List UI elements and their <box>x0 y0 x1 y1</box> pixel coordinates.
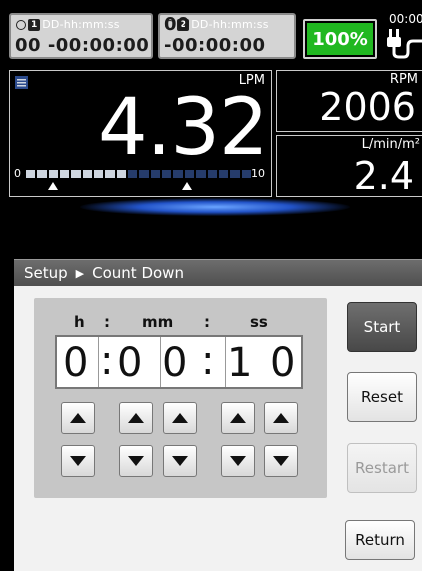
reset-button[interactable]: Reset <box>347 372 417 422</box>
flow-bar-segment <box>162 170 172 178</box>
flow-bar-segment <box>71 170 81 178</box>
flow-bar-segment <box>207 170 217 178</box>
digit-separator <box>160 337 161 387</box>
breadcrumb: Setup ▶ Count Down <box>14 259 422 287</box>
digit-separator <box>225 337 226 387</box>
timer-1[interactable]: 1 DD-hh:mm:ss 00 -00:00:00 <box>9 13 153 59</box>
second-tens-digit[interactable]: 1 <box>227 334 252 392</box>
down-arrow-icon <box>70 456 86 466</box>
cardiac-index-panel[interactable]: L/min/m² 2.4 <box>276 135 422 198</box>
minute-ones-down-button[interactable] <box>163 445 197 477</box>
rpm-panel[interactable]: RPM 2006 <box>276 70 422 132</box>
timer-1-label: 1 DD-hh:mm:ss <box>16 18 120 31</box>
second-tens-up-button[interactable] <box>221 402 255 434</box>
clock-time: 00:00 <box>389 12 422 26</box>
flow-bar-segment <box>139 170 149 178</box>
return-button[interactable]: Return <box>345 520 415 560</box>
header-colon-2: : <box>204 313 210 331</box>
down-arrow-icon <box>273 456 289 466</box>
up-arrow-icon <box>172 413 188 423</box>
battery-indicator: 100% <box>303 19 377 59</box>
battery-level: 100% <box>307 23 373 55</box>
flow-bar-segment <box>230 170 240 178</box>
up-arrow-icon <box>128 413 144 423</box>
cardiac-index-unit: L/min/m² <box>361 137 420 152</box>
restart-button[interactable]: Restart <box>347 443 417 493</box>
timer-1-number: 1 <box>28 18 41 31</box>
hour-up-button[interactable] <box>61 402 95 434</box>
minute-tens-up-button[interactable] <box>119 402 153 434</box>
down-arrow-icon <box>128 456 144 466</box>
flow-scale-max: 10 <box>251 167 265 180</box>
minutes-header: mm <box>142 313 174 331</box>
digit-separator <box>98 337 99 387</box>
down-arrow-icon <box>230 456 246 466</box>
breadcrumb-count-down: Count Down <box>92 264 184 282</box>
flow-scale-min: 0 <box>14 167 21 180</box>
timer-clock-icon <box>16 19 26 30</box>
flow-bar-segment <box>94 170 104 178</box>
flow-value: 4.32 <box>98 83 269 173</box>
hour-down-button[interactable] <box>61 445 95 477</box>
flow-panel[interactable]: LPM 4.32 0 10 <box>9 70 272 197</box>
flow-upper-marker <box>182 182 192 190</box>
header-colon-1: : <box>104 313 110 331</box>
digit-colon-1: : <box>100 338 114 384</box>
minute-ones-up-button[interactable] <box>163 402 197 434</box>
flow-bar-segment <box>218 170 229 178</box>
hours-header: h <box>74 313 85 331</box>
up-arrow-icon <box>230 413 246 423</box>
minute-tens-digit[interactable]: 0 <box>117 334 142 392</box>
hour-digit[interactable]: 0 <box>63 334 88 392</box>
plug-icon <box>387 29 422 59</box>
second-ones-digit[interactable]: 0 <box>270 334 295 392</box>
flow-bar-segment <box>48 170 59 178</box>
flow-bar-segment <box>241 170 251 178</box>
flow-lower-marker <box>48 182 58 190</box>
second-ones-down-button[interactable] <box>264 445 298 477</box>
up-arrow-icon <box>273 413 289 423</box>
flow-bar-segment <box>37 170 47 178</box>
minute-tens-down-button[interactable] <box>119 445 153 477</box>
second-tens-down-button[interactable] <box>221 445 255 477</box>
cardiac-index-value: 2.4 <box>353 154 414 198</box>
timer-1-value: 00 -00:00:00 <box>15 35 150 56</box>
flow-bar-segment <box>150 170 161 178</box>
flow-bar-segment <box>26 170 36 178</box>
status-glow <box>80 198 350 216</box>
flow-bar-segment <box>184 170 195 178</box>
down-arrow-icon <box>172 456 188 466</box>
seconds-header: ss <box>250 313 268 331</box>
timer-2[interactable]: 2 DD-hh:mm:ss 00 -00:00:00 <box>158 13 296 59</box>
settings-icon <box>15 76 28 89</box>
flow-bar-segment <box>196 170 206 178</box>
digit-colon-2: : <box>201 338 215 384</box>
rpm-value: 2006 <box>319 85 416 129</box>
flow-bar-segment <box>128 170 138 178</box>
second-ones-up-button[interactable] <box>264 402 298 434</box>
flow-bar-segment <box>105 170 115 178</box>
timer-1-format: DD-hh:mm:ss <box>42 18 120 31</box>
up-arrow-icon <box>70 413 86 423</box>
flow-bar-segment <box>116 170 127 178</box>
breadcrumb-setup: Setup <box>24 264 68 282</box>
timer-2-value: 00 -00:00:00 <box>164 14 266 56</box>
flow-bar-segment <box>82 170 93 178</box>
flow-bar-segment <box>60 170 70 178</box>
breadcrumb-arrow-icon: ▶ <box>75 266 85 280</box>
start-button[interactable]: Start <box>347 302 417 352</box>
flow-bar-graph <box>26 170 251 178</box>
minute-ones-digit[interactable]: 0 <box>162 334 187 392</box>
flow-bar-segment <box>173 170 183 178</box>
